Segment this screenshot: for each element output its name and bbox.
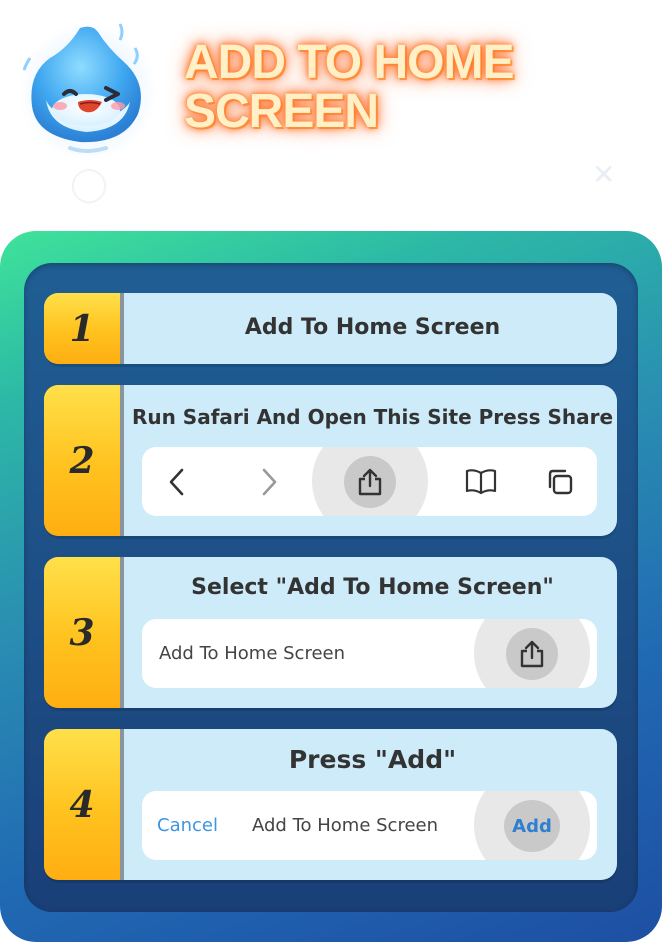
step-number: 1 [69, 307, 95, 350]
add-to-home-option-button[interactable] [506, 628, 558, 680]
mascot-logo [22, 23, 141, 153]
step-title: Select "Add To Home Screen" [191, 575, 554, 600]
share-icon [358, 468, 382, 496]
step-number-badge: 1 [44, 293, 120, 364]
step-title: Run Safari And Open This Site Press Shar… [131, 405, 614, 429]
bookmarks-icon[interactable] [464, 466, 498, 496]
share-button[interactable] [344, 456, 396, 508]
step-2: 2 Run Safari And Open This Site Press Sh… [44, 385, 617, 536]
page-title: ADD TO HOME SCREEN [184, 36, 514, 138]
dialog-title: Add To Home Screen [252, 815, 439, 836]
step-4: 4 Press "Add" Cancel Add To Home Screen … [44, 729, 617, 880]
cancel-button[interactable]: Cancel [157, 791, 218, 860]
circle-sparkle-icon: ◯ [70, 164, 109, 204]
step-number-badge: 4 [44, 729, 120, 880]
step-number: 4 [69, 783, 95, 826]
step-number-badge: 3 [44, 557, 120, 708]
step-title: Press "Add" [288, 745, 457, 774]
step-1: 1 Add To Home Screen [44, 293, 617, 364]
back-icon[interactable] [162, 467, 192, 497]
add-to-home-option-label: Add To Home Screen [159, 643, 346, 664]
step-number-badge: 2 [44, 385, 120, 536]
step-3: 3 Select "Add To Home Screen" Add To Hom… [44, 557, 617, 708]
title-line-2: SCREEN [184, 85, 379, 138]
add-button[interactable]: Add [504, 800, 560, 852]
title-line-1: ADD TO HOME [184, 36, 514, 89]
step-number: 2 [69, 439, 95, 482]
tabs-icon[interactable] [544, 466, 576, 498]
step-number: 3 [69, 611, 95, 654]
page: ADD TO HOME SCREEN ✕ ◯ 1 Add To Home Scr… [0, 0, 662, 942]
add-dialog-bar: Cancel Add To Home Screen Add [142, 791, 597, 860]
share-sheet-option[interactable]: Add To Home Screen [142, 619, 597, 688]
step-title: Add To Home Screen [244, 315, 501, 340]
sparkle-icon: ✕ [592, 158, 616, 191]
forward-icon[interactable] [254, 467, 284, 497]
safari-toolbar [142, 447, 597, 516]
share-icon [520, 640, 544, 668]
add-button-label: Add [512, 815, 552, 837]
